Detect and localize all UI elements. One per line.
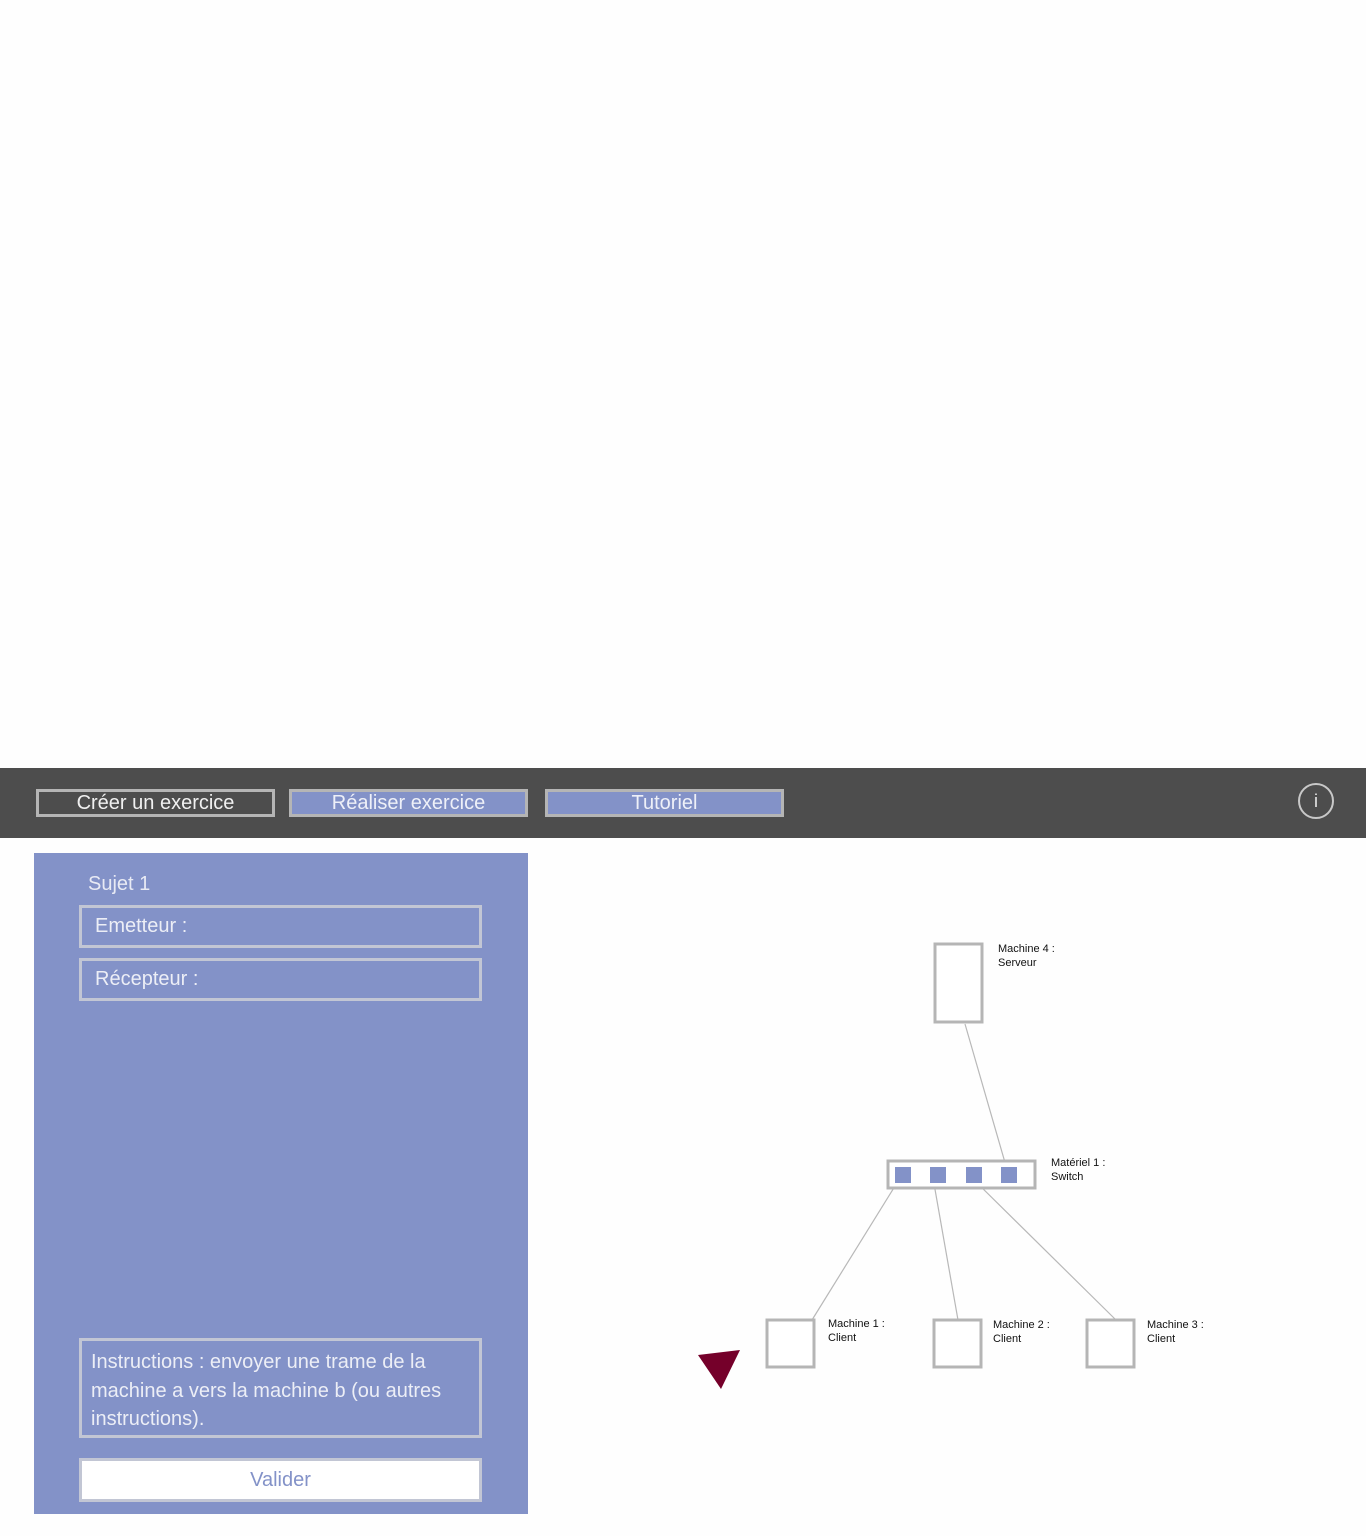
pointer-marker-icon (698, 1350, 740, 1389)
switch-port-1[interactable] (895, 1167, 911, 1183)
machine1-name: Machine 1 : (828, 1318, 885, 1330)
validate-button[interactable]: Valider (79, 1458, 482, 1502)
machine1-node[interactable] (765, 1318, 816, 1369)
machine1-role: Client (828, 1332, 857, 1344)
panel-title: Sujet 1 (88, 873, 151, 895)
emitter-field[interactable]: Emetteur : (79, 905, 482, 948)
tutorial-button[interactable]: Tutoriel (545, 789, 784, 817)
switch-role: Switch (1051, 1171, 1084, 1183)
create-exercise-button[interactable]: Créer un exercice (36, 789, 275, 817)
top-toolbar: Créer un exercice Réaliser exercice Tuto… (0, 768, 1366, 838)
link-switch-machine2 (932, 1177, 959, 1321)
app-page: Créer un exercice Réaliser exercice Tuto… (0, 0, 1366, 1536)
switch-name: Matériel 1 : (1051, 1157, 1106, 1169)
machine4-role: Serveur (998, 957, 1037, 969)
switch-port-3[interactable] (966, 1167, 982, 1183)
machine3-node[interactable] (1085, 1318, 1136, 1369)
machine4-name: Machine 4 : (998, 943, 1055, 955)
realize-exercise-button[interactable]: Réaliser exercice (289, 789, 528, 817)
machine3-role: Client (1147, 1333, 1176, 1345)
switch-port-2[interactable] (930, 1167, 946, 1183)
link-switch-machine1 (811, 1177, 901, 1321)
machine1-label: Machine 1 : Client (828, 1317, 885, 1345)
machine2-role: Client (993, 1333, 1022, 1345)
machine3-name: Machine 3 : (1147, 1319, 1204, 1331)
machine3-label: Machine 3 : Client (1147, 1318, 1204, 1346)
receiver-field[interactable]: Récepteur : (79, 958, 482, 1001)
machine4-node[interactable] (933, 942, 984, 1024)
link-switch-machine3 (969, 1175, 1117, 1321)
switch-label: Matériel 1 : Switch (1051, 1156, 1105, 1184)
machine2-node[interactable] (932, 1318, 983, 1369)
exercise-panel: Sujet 1 Emetteur : Récepteur : Instructi… (34, 853, 528, 1514)
instructions-box: Instructions : envoyer une trame de la m… (79, 1338, 482, 1438)
machine4-label: Machine 4 : Serveur (998, 942, 1055, 970)
machine2-name: Machine 2 : (993, 1319, 1050, 1331)
info-icon[interactable]: i (1298, 783, 1334, 819)
machine2-label: Machine 2 : Client (993, 1318, 1050, 1346)
link-machine4-switch (964, 1023, 1007, 1167)
switch-port-4[interactable] (1001, 1167, 1017, 1183)
